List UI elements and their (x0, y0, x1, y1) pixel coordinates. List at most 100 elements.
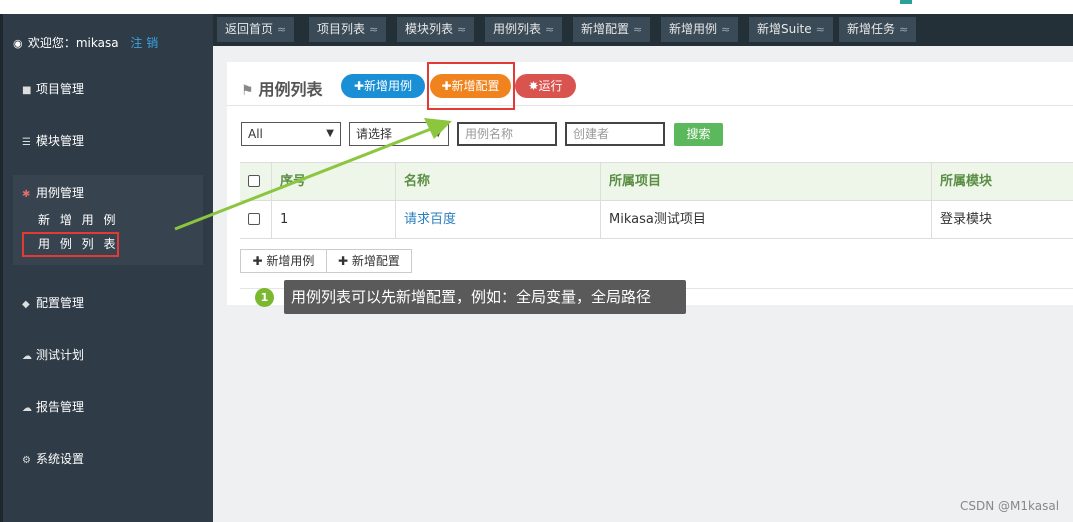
filter-select[interactable]: 请选择 ▼ (349, 122, 449, 146)
search-button[interactable]: 搜索 (674, 123, 723, 146)
sidebar-item-config[interactable]: ◆ 配置管理 (22, 294, 84, 311)
header-name[interactable]: 名称 (395, 163, 600, 200)
row-checkbox-cell (240, 201, 271, 238)
case-name-link[interactable]: 请求百度 (404, 212, 456, 227)
scope-select[interactable]: All ▼ (241, 122, 341, 146)
panel-header: ⚑ 用例列表 ✚新增用例 ✚新增配置 ✸运行 (227, 62, 1073, 106)
cloud-icon: ☁ (22, 351, 32, 362)
tab-add-config[interactable]: 新增配置 ≈ (573, 17, 651, 42)
sidebar-edge (0, 14, 3, 522)
bottom-add-config-label: 新增配置 (351, 254, 400, 268)
tab-wave-icon: ≈ (899, 23, 909, 36)
run-label: 运行 (538, 79, 563, 93)
cloud-upload-icon: ☁ (22, 403, 32, 414)
highlight-box-add-config (427, 62, 515, 110)
cell-project: Mikasa测试项目 (600, 201, 931, 238)
tab-wave-icon: ≈ (277, 23, 287, 36)
sidebar-item-label: 用例管理 (36, 186, 85, 200)
header-project[interactable]: 所属项目 (600, 163, 931, 200)
tab-label: 用例列表 (493, 22, 542, 36)
tab-wave-icon: ≈ (545, 23, 555, 36)
sidebar-item-label: 系统设置 (36, 452, 85, 466)
welcome-text: 欢迎您：mikasa (27, 36, 119, 50)
top-accent-mark (900, 0, 912, 4)
tab-label: 项目列表 (317, 22, 366, 36)
tab-add-suite[interactable]: 新增Suite ≈ (749, 17, 833, 42)
add-case-button[interactable]: ✚新增用例 (341, 74, 425, 98)
sidebar-item-modules[interactable]: ☰ 模块管理 (22, 132, 84, 149)
header-module[interactable]: 所属模块 (931, 163, 1073, 200)
callout-text: 用例列表可以先新增配置，例如：全局变量，全局路径 (284, 280, 686, 314)
case-list-panel: ⚑ 用例列表 ✚新增用例 ✚新增配置 ✸运行 All ▼ 请选择 ▼ 用例名称 创建… (227, 62, 1073, 305)
tab-wave-icon: ≈ (457, 23, 467, 36)
sidebar-item-cases[interactable]: ✱ 用例管理 (22, 184, 84, 201)
folder-icon: ■ (22, 85, 32, 96)
welcome-bar: ◉ 欢迎您：mikasa 注 销 (13, 34, 158, 51)
list-icon: ☰ (22, 137, 31, 148)
sidebar-item-label: 模块管理 (36, 134, 85, 148)
tab-module-list[interactable]: 模块列表 ≈ (397, 17, 475, 42)
tab-bar: 返回首页 ≈ 项目列表 ≈ 模块列表 ≈ 用例列表 ≈ 新增配置 ≈ 新增用例 ≈ 新增Su… (213, 14, 1073, 46)
table-header-row: 序号 名称 所属项目 所属模块 (240, 163, 1073, 201)
case-name-input[interactable]: 用例名称 (457, 122, 557, 146)
header-checkbox-cell (240, 163, 271, 200)
sidebar-item-label: 项目管理 (36, 82, 85, 96)
bottom-add-case-button[interactable]: ✚ 新增用例 (240, 249, 327, 273)
tab-label: 新增任务 (847, 22, 896, 36)
bug-icon: ✱ (22, 189, 31, 200)
tab-label: 新增用例 (669, 22, 718, 36)
sidebar-subitem-add-case[interactable]: 新 增 用 例 (38, 211, 118, 228)
cell-name: 请求百度 (395, 201, 600, 238)
bottom-add-config-button[interactable]: ✚ 新增配置 (326, 249, 412, 273)
tab-add-case[interactable]: 新增用例 ≈ (661, 17, 739, 42)
cogs-icon: ⚙ (22, 455, 31, 466)
sidebar-item-label: 报告管理 (36, 400, 85, 414)
filter-select-value: 请选择 (356, 127, 393, 141)
run-button[interactable]: ✸运行 (515, 74, 576, 98)
tag-icon: ◆ (22, 299, 30, 310)
header-index[interactable]: 序号 (271, 163, 395, 200)
tab-wave-icon: ≈ (815, 23, 825, 36)
page-title: ⚑ 用例列表 (241, 76, 322, 100)
logout-link[interactable]: 注 销 (130, 36, 158, 50)
cell-module: 登录模块 (931, 201, 1073, 238)
flag-icon: ⚑ (241, 83, 259, 99)
plus-icon: ✚ (252, 254, 267, 268)
cell-index: 1 (271, 201, 395, 238)
tab-label: 模块列表 (405, 22, 454, 36)
sidebar-item-reports[interactable]: ☁ 报告管理 (22, 398, 84, 415)
row-checkbox[interactable] (248, 213, 260, 225)
tab-home[interactable]: 返回首页 ≈ (217, 17, 295, 42)
tab-add-task[interactable]: 新增任务 ≈ (839, 17, 917, 42)
tab-label: 新增配置 (581, 22, 630, 36)
chevron-down-icon: ▼ (434, 128, 442, 139)
top-strip (0, 0, 1073, 14)
case-table: 序号 名称 所属项目 所属模块 1 请求百度 Mikasa测试项目 登录模块 (240, 162, 1073, 239)
watermark: CSDN @M1kasal (960, 499, 1060, 513)
callout-number-badge: 1 (255, 288, 274, 307)
tab-project-list[interactable]: 项目列表 ≈ (309, 17, 387, 42)
sidebar-item-label: 测试计划 (36, 348, 85, 362)
tab-wave-icon: ≈ (633, 23, 643, 36)
sidebar-item-label: 配置管理 (36, 296, 85, 310)
page-title-text: 用例列表 (258, 80, 323, 99)
sidebar-item-settings[interactable]: ⚙ 系统设置 (22, 450, 84, 467)
tab-wave-icon: ≈ (369, 23, 379, 36)
sidebar-item-plans[interactable]: ☁ 测试计划 (22, 346, 84, 363)
dashboard-icon: ◉ (13, 37, 23, 50)
sidebar-item-projects[interactable]: ■ 项目管理 (22, 80, 84, 97)
sidebar: ◉ 欢迎您：mikasa 注 销 ■ 项目管理 ☰ 模块管理 ✱ 用例管理 新 增 用… (0, 14, 213, 522)
tab-wave-icon: ≈ (721, 23, 731, 36)
select-all-checkbox[interactable] (248, 175, 260, 187)
bottom-add-case-label: 新增用例 (266, 254, 315, 268)
chevron-down-icon: ▼ (326, 128, 334, 139)
highlight-box-case-list (22, 232, 119, 257)
plus-icon: ✚ (338, 254, 352, 268)
run-icon: ✸ (528, 79, 539, 93)
tab-label: 新增Suite (757, 22, 812, 36)
creator-input[interactable]: 创建者 (565, 122, 665, 146)
table-row: 1 请求百度 Mikasa测试项目 登录模块 (240, 201, 1073, 239)
tab-case-list[interactable]: 用例列表 ≈ (485, 17, 563, 42)
scope-select-value: All (248, 127, 263, 141)
tab-label: 返回首页 (225, 22, 274, 36)
